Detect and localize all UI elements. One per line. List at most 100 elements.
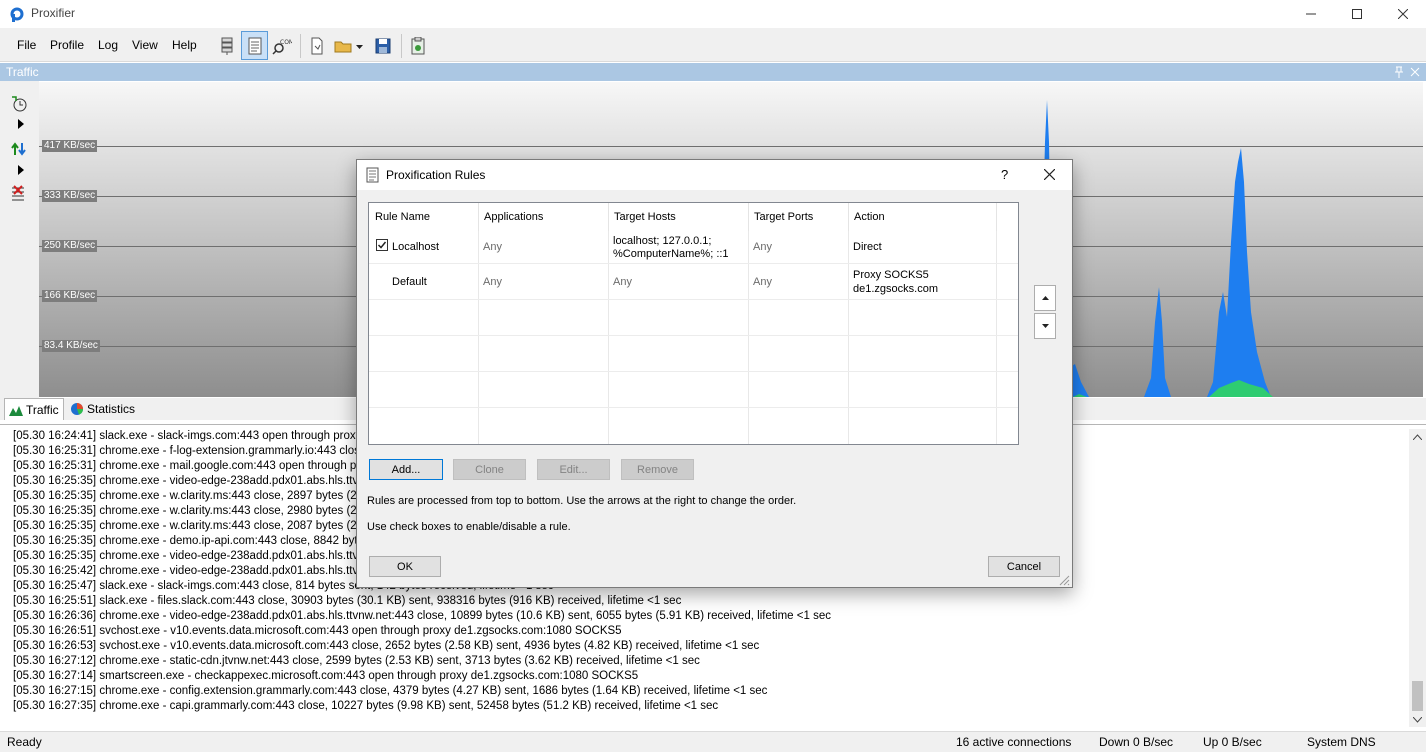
proxification-rules-button[interactable] bbox=[241, 31, 268, 60]
status-download: Down 0 B/sec bbox=[1099, 735, 1174, 749]
table-row[interactable]: Default Any Any Any Proxy SOCKS5 de1.zgs… bbox=[369, 264, 1018, 299]
rule-action: Direct bbox=[853, 241, 882, 253]
column-header-target-hosts[interactable]: Target Hosts bbox=[608, 203, 749, 231]
cancel-button[interactable]: Cancel bbox=[988, 556, 1060, 577]
dialog-close-icon[interactable] bbox=[1044, 169, 1055, 180]
pin-icon[interactable] bbox=[1394, 66, 1404, 78]
save-profile-icon bbox=[375, 38, 391, 54]
expand-arrow-icon[interactable] bbox=[17, 119, 25, 129]
table-row[interactable]: Localhost Any localhost; 127.0.0.1; %Com… bbox=[369, 232, 1018, 264]
rules-order-note: Rules are processed from top to bottom. … bbox=[367, 495, 797, 507]
menu-view[interactable]: View bbox=[132, 38, 158, 52]
rule-target-hosts: Any bbox=[613, 276, 632, 288]
expand-arrow-icon[interactable] bbox=[17, 165, 25, 175]
log-scrollbar[interactable] bbox=[1409, 429, 1426, 727]
maximize-button[interactable] bbox=[1334, 0, 1380, 28]
status-upload: Up 0 B/sec bbox=[1203, 735, 1262, 749]
help-button[interactable]: ? bbox=[1001, 167, 1008, 182]
title-bar: Proxifier bbox=[0, 0, 1426, 28]
log-line: [05.30 16:27:12] chrome.exe - static-cdn… bbox=[13, 655, 700, 667]
menu-file[interactable]: File bbox=[17, 38, 36, 52]
rule-name: Default bbox=[392, 276, 427, 288]
status-bar: Ready 16 active connections Down 0 B/sec… bbox=[0, 731, 1426, 752]
name-resolution-button[interactable]: COM bbox=[269, 33, 295, 59]
rules-checkbox-note: Use check boxes to enable/disable a rule… bbox=[367, 521, 571, 533]
status-dns: System DNS bbox=[1307, 735, 1376, 749]
resize-grip-icon[interactable] bbox=[1059, 575, 1070, 586]
proxification-rules-icon bbox=[248, 37, 261, 54]
rule-applications: Any bbox=[483, 276, 502, 288]
scroll-up-icon[interactable] bbox=[1413, 434, 1422, 440]
rule-applications: Any bbox=[483, 241, 502, 253]
statistics-pie-icon bbox=[71, 403, 83, 415]
scroll-thumb[interactable] bbox=[1412, 681, 1423, 711]
tab-traffic[interactable]: Traffic bbox=[4, 398, 64, 420]
clear-list-icon[interactable] bbox=[11, 185, 27, 201]
arrow-up-icon bbox=[1041, 296, 1049, 300]
traffic-controls bbox=[0, 81, 39, 398]
log-line: [05.30 16:26:36] chrome.exe - video-edge… bbox=[13, 610, 831, 622]
maximize-icon bbox=[1352, 9, 1362, 19]
profile-manager-icon bbox=[411, 37, 425, 55]
menu-toolbar: File Profile Log View Help COM bbox=[0, 28, 1426, 62]
history-icon[interactable] bbox=[11, 96, 27, 112]
name-resolution-icon: COM bbox=[272, 39, 292, 55]
toolbar-separator bbox=[300, 34, 301, 58]
column-header-target-ports[interactable]: Target Ports bbox=[748, 203, 849, 231]
window-title: Proxifier bbox=[31, 6, 76, 20]
save-profile-button[interactable] bbox=[370, 33, 396, 59]
remove-rule-button[interactable]: Remove bbox=[621, 459, 694, 480]
close-icon bbox=[1398, 9, 1408, 19]
menu-profile[interactable]: Profile bbox=[50, 38, 84, 52]
traffic-panel-header: Traffic bbox=[0, 63, 1426, 81]
minimize-button[interactable] bbox=[1288, 0, 1334, 28]
dialog-title: Proxification Rules bbox=[386, 168, 486, 182]
move-up-button[interactable] bbox=[1034, 285, 1056, 311]
proxy-servers-icon bbox=[221, 37, 233, 55]
add-rule-button[interactable]: Add... bbox=[369, 459, 443, 480]
status-ready: Ready bbox=[7, 735, 42, 749]
edit-rule-button[interactable]: Edit... bbox=[537, 459, 610, 480]
rule-name: Localhost bbox=[392, 241, 440, 253]
column-header-rule-name[interactable]: Rule Name bbox=[369, 203, 479, 231]
menu-help[interactable]: Help bbox=[172, 38, 197, 52]
clone-rule-button[interactable]: Clone bbox=[453, 459, 526, 480]
close-button[interactable] bbox=[1380, 0, 1426, 28]
rule-action-proxy: de1.zgsocks.com bbox=[853, 283, 938, 295]
rules-table[interactable]: Rule Name Applications Target Hosts Targ… bbox=[368, 202, 1019, 445]
arrow-down-icon bbox=[1041, 324, 1049, 328]
row-divider bbox=[369, 335, 1018, 336]
status-connections: 16 active connections bbox=[956, 735, 1072, 749]
log-line: [05.30 16:27:14] smartscreen.exe - check… bbox=[13, 670, 639, 682]
ok-button[interactable]: OK bbox=[369, 556, 441, 577]
proxifier-logo-icon bbox=[10, 7, 24, 22]
tab-traffic-label: Traffic bbox=[26, 402, 59, 417]
log-line: [05.30 16:26:53] svchost.exe - v10.event… bbox=[13, 640, 760, 652]
tab-statistics-label: Statistics bbox=[87, 402, 136, 416]
checkmark-icon bbox=[377, 241, 387, 249]
new-profile-button[interactable] bbox=[304, 33, 330, 59]
move-down-button[interactable] bbox=[1034, 313, 1056, 339]
log-line: [05.30 16:25:51] slack.exe - files.slack… bbox=[13, 595, 682, 607]
tab-statistics[interactable]: Statistics bbox=[66, 398, 139, 420]
row-divider bbox=[369, 299, 1018, 300]
traffic-chart-icon bbox=[9, 405, 23, 416]
log-line: [05.30 16:27:35] chrome.exe - capi.gramm… bbox=[13, 700, 719, 712]
scroll-down-icon[interactable] bbox=[1413, 717, 1422, 723]
new-profile-icon bbox=[311, 37, 323, 55]
row-divider bbox=[369, 371, 1018, 372]
column-header-action[interactable]: Action bbox=[848, 203, 997, 231]
up-down-arrows-icon[interactable] bbox=[11, 141, 27, 157]
open-profile-button[interactable] bbox=[332, 33, 366, 59]
log-line: [05.30 16:27:15] chrome.exe - config.ext… bbox=[13, 685, 768, 697]
menu-log[interactable]: Log bbox=[98, 38, 118, 52]
proxy-servers-button[interactable] bbox=[214, 33, 240, 59]
toolbar-separator bbox=[401, 34, 402, 58]
download-traffic-area bbox=[1039, 100, 1271, 397]
row-divider bbox=[369, 407, 1018, 408]
close-panel-icon[interactable] bbox=[1410, 67, 1420, 77]
profile-manager-button[interactable] bbox=[405, 33, 431, 59]
rules-icon bbox=[366, 167, 379, 183]
column-header-applications[interactable]: Applications bbox=[478, 203, 609, 231]
rule-enabled-checkbox[interactable] bbox=[376, 239, 388, 251]
